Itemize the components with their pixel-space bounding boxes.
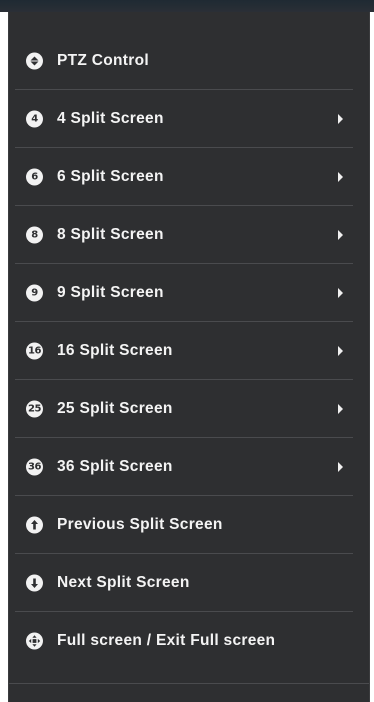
menu-item-label: 36 Split Screen [57, 458, 173, 475]
split-25-icon: 25 [26, 400, 43, 418]
submenu-arrow-icon [338, 462, 343, 472]
menu-item-label: 6 Split Screen [57, 168, 164, 185]
submenu-arrow-icon [338, 114, 343, 124]
menu-item-8-split-screen[interactable]: 8 8 Split Screen [9, 206, 369, 264]
context-menu: PTZ Control 4 4 Split Screen 6 6 Split S… [8, 12, 370, 702]
menu-item-25-split-screen[interactable]: 25 25 Split Screen [9, 380, 369, 438]
menu-item-16-split-screen[interactable]: 16 16 Split Screen [9, 322, 369, 380]
menu-item-ptz-control[interactable]: PTZ Control [9, 32, 369, 90]
menu-item-next-split-screen[interactable]: Next Split Screen [9, 554, 369, 612]
previous-arrow-icon [26, 516, 43, 534]
menu-item-label: 25 Split Screen [57, 400, 173, 417]
menu-item-label: Next Split Screen [57, 574, 190, 591]
split-8-icon: 8 [26, 226, 43, 244]
menu-item-full-screen[interactable]: Full screen / Exit Full screen [9, 612, 369, 670]
next-arrow-icon [26, 574, 43, 592]
split-4-icon: 4 [26, 110, 43, 128]
fullscreen-icon [26, 632, 43, 650]
split-9-icon: 9 [26, 284, 43, 302]
menu-item-label: 9 Split Screen [57, 284, 164, 301]
menu-list: PTZ Control 4 4 Split Screen 6 6 Split S… [9, 32, 369, 670]
menu-footer [9, 683, 369, 702]
submenu-arrow-icon [338, 288, 343, 298]
menu-item-label: 16 Split Screen [57, 342, 173, 359]
menu-item-36-split-screen[interactable]: 36 36 Split Screen [9, 438, 369, 496]
menu-item-label: 8 Split Screen [57, 226, 164, 243]
submenu-arrow-icon [338, 346, 343, 356]
submenu-arrow-icon [338, 404, 343, 414]
submenu-arrow-icon [338, 172, 343, 182]
window-top-edge [0, 0, 374, 12]
ptz-icon [26, 52, 43, 70]
submenu-arrow-icon [338, 230, 343, 240]
menu-item-9-split-screen[interactable]: 9 9 Split Screen [9, 264, 369, 322]
split-16-icon: 16 [26, 342, 43, 360]
menu-item-label: Previous Split Screen [57, 516, 223, 533]
menu-item-label: PTZ Control [57, 52, 149, 69]
menu-item-4-split-screen[interactable]: 4 4 Split Screen [9, 90, 369, 148]
menu-item-previous-split-screen[interactable]: Previous Split Screen [9, 496, 369, 554]
split-36-icon: 36 [26, 458, 43, 476]
split-6-icon: 6 [26, 168, 43, 186]
menu-item-6-split-screen[interactable]: 6 6 Split Screen [9, 148, 369, 206]
menu-item-label: 4 Split Screen [57, 110, 164, 127]
menu-item-label: Full screen / Exit Full screen [57, 632, 276, 649]
